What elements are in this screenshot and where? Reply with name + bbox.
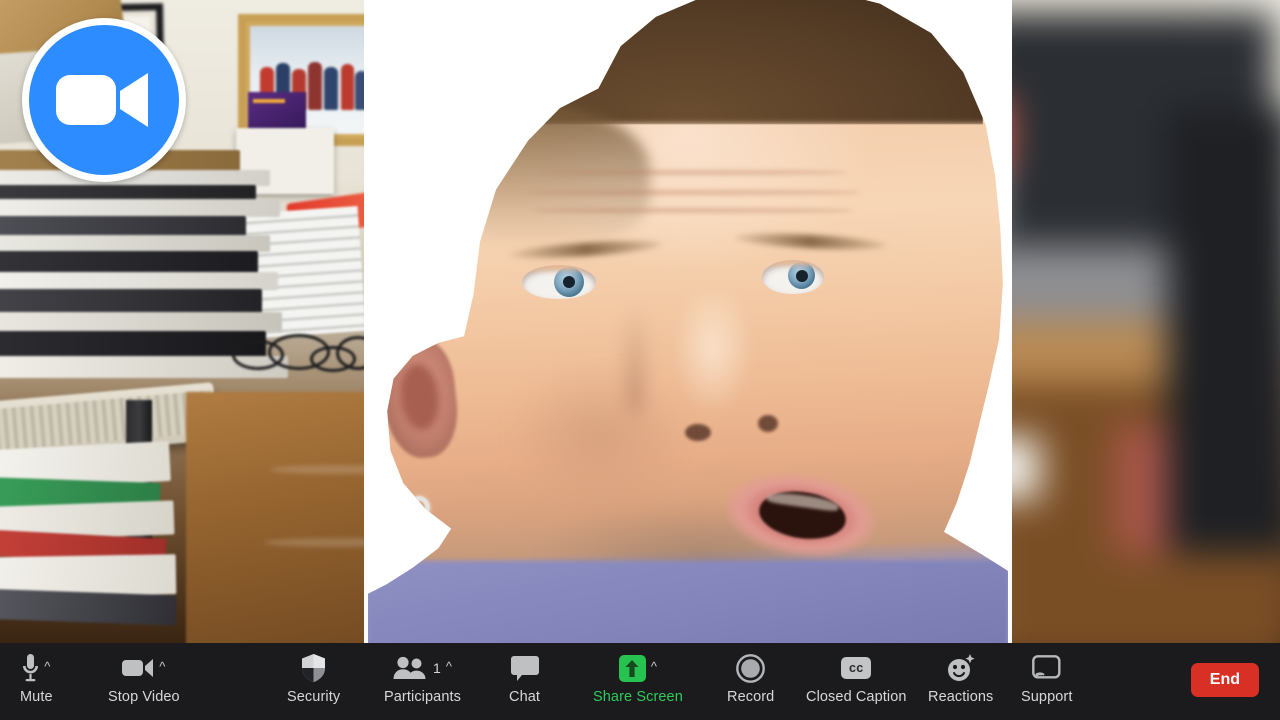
control-stop-video[interactable]: ^ Stop Video bbox=[108, 643, 180, 720]
control-participants[interactable]: 1 ^ Participants bbox=[384, 643, 461, 720]
chat-bubble-icon bbox=[510, 655, 539, 682]
control-record-label: Record bbox=[727, 689, 775, 705]
cc-icon: cc bbox=[841, 657, 872, 679]
left-eye bbox=[521, 264, 596, 299]
control-mute-label: Mute bbox=[20, 689, 53, 705]
mute-options-chevron-icon[interactable]: ^ bbox=[44, 660, 50, 673]
control-reactions-label: Reactions bbox=[928, 689, 994, 705]
zoom-video-camera-icon bbox=[56, 69, 152, 131]
control-closed-caption-label: Closed Caption bbox=[806, 689, 907, 705]
control-support-label: Support bbox=[1021, 689, 1073, 705]
shirt bbox=[368, 561, 1008, 643]
video-options-chevron-icon[interactable]: ^ bbox=[159, 660, 165, 673]
microphone-icon bbox=[22, 654, 39, 682]
control-share-screen[interactable]: ^ Share Screen bbox=[593, 643, 683, 720]
participants-count: 1 bbox=[433, 660, 441, 676]
control-record[interactable]: Record bbox=[727, 643, 774, 720]
record-icon bbox=[736, 653, 766, 683]
control-closed-caption[interactable]: cc Closed Caption bbox=[806, 643, 907, 720]
control-chat[interactable]: Chat bbox=[509, 643, 540, 720]
screen-share-cast-icon bbox=[1032, 655, 1061, 681]
meeting-controls-toolbar: ^ Mute ^ Stop Video Security 1 ^ Partici… bbox=[0, 643, 1280, 720]
participant-video-cutout bbox=[0, 0, 1280, 643]
control-support[interactable]: Support bbox=[1021, 643, 1073, 720]
video-stage bbox=[0, 0, 1280, 643]
share-screen-icon bbox=[618, 654, 646, 682]
share-screen-options-chevron-icon[interactable]: ^ bbox=[651, 660, 657, 673]
control-stop-video-label: Stop Video bbox=[108, 689, 180, 705]
video-camera-icon bbox=[122, 658, 154, 678]
control-reactions[interactable]: Reactions bbox=[928, 643, 993, 720]
participants-options-chevron-icon[interactable]: ^ bbox=[446, 660, 452, 673]
control-share-screen-label: Share Screen bbox=[593, 689, 683, 705]
people-icon bbox=[393, 656, 427, 680]
zoom-meeting-window: ^ Mute ^ Stop Video Security 1 ^ Partici… bbox=[0, 0, 1280, 720]
control-chat-label: Chat bbox=[509, 689, 541, 705]
zoom-logo-badge bbox=[22, 18, 186, 182]
right-eye bbox=[761, 260, 824, 295]
smiley-sparkle-icon bbox=[946, 654, 975, 682]
control-mute[interactable]: ^ Mute bbox=[20, 643, 53, 720]
control-security-label: Security bbox=[287, 689, 341, 705]
shield-icon bbox=[301, 654, 326, 682]
control-participants-label: Participants bbox=[384, 689, 461, 705]
end-meeting-button[interactable]: End bbox=[1190, 663, 1259, 697]
control-security[interactable]: Security bbox=[287, 643, 340, 720]
